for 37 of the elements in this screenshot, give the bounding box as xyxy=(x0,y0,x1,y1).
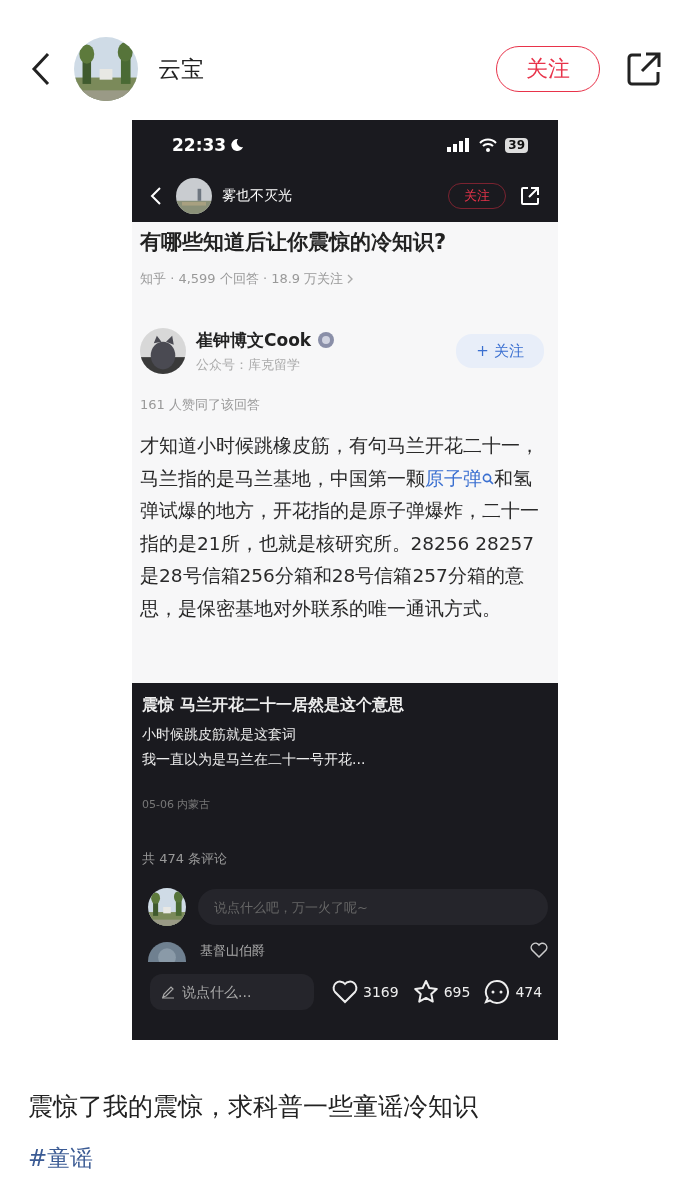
signal-icon xyxy=(447,138,472,152)
note-text: 小时候跳皮筋就是这套词 xyxy=(142,726,297,744)
search-link[interactable]: 原子弹 xyxy=(425,467,482,489)
answerer-name[interactable]: 崔钟博文Cook xyxy=(196,328,312,352)
search-icon[interactable] xyxy=(482,472,494,485)
author-name[interactable]: 雾也不灭光 xyxy=(222,187,448,205)
favorite-count: 695 xyxy=(443,984,471,1000)
moon-icon xyxy=(230,138,245,152)
heart-icon[interactable] xyxy=(530,942,548,958)
star-icon[interactable] xyxy=(412,979,439,1005)
pencil-icon xyxy=(161,985,175,999)
question-title[interactable]: 有哪些知道后让你震惊的冷知识? xyxy=(140,222,550,256)
author-name[interactable]: 云宝 xyxy=(158,53,496,85)
note-text: 我一直以为是马兰在二十一号开花... xyxy=(142,751,367,769)
answer-text: 才知道小时候跳橡皮筋，有句马兰开花二十一，马兰指的是马兰基地，中国第一颗原子弹 和氢弹试爆的地方，开花指的是原子弹爆炸，二十一指的是21所，也就是核研究所。28256 28257是28号信箱256分箱和28号信箱257分箱的意思，是保密基地对外联系的唯一通讯方式。 xyxy=(140,434,540,621)
share-icon[interactable] xyxy=(626,51,662,87)
back-icon[interactable] xyxy=(150,186,162,206)
post-caption: 震惊了我的震惊，求科普一些童谣冷知识 xyxy=(28,1091,479,1123)
like-count: 3169 xyxy=(363,984,399,1000)
wifi-icon xyxy=(479,138,498,152)
back-icon[interactable] xyxy=(30,52,52,86)
battery-indicator: 39 xyxy=(505,137,528,153)
comment-icon[interactable] xyxy=(484,979,511,1005)
comment-total: 474 xyxy=(515,984,543,1000)
status-time: 22:33 xyxy=(172,135,227,155)
hashtag-link[interactable]: #童谣 xyxy=(28,1143,94,1174)
answerer-subtitle: 公众号：库克留学 xyxy=(196,355,301,374)
follow-button[interactable]: + 关注 xyxy=(456,334,544,368)
commenter-name[interactable]: 基督山伯爵 xyxy=(200,942,516,960)
comment-count: 共 474 条评论 xyxy=(142,850,229,868)
comment-field[interactable]: 说点什么... xyxy=(150,974,314,1010)
upvote-count: 161 人赞同了该回答 xyxy=(140,396,261,414)
verified-badge-icon xyxy=(317,331,336,349)
note-title: 震惊 马兰开花二十一居然是这个意思 xyxy=(142,695,405,716)
note-meta: 05-06 内蒙古 xyxy=(142,797,212,812)
question-meta: 知乎 · 4,599 个回答 · 18.9 万关注 xyxy=(140,270,344,288)
follow-button[interactable]: 关注 xyxy=(496,46,600,92)
